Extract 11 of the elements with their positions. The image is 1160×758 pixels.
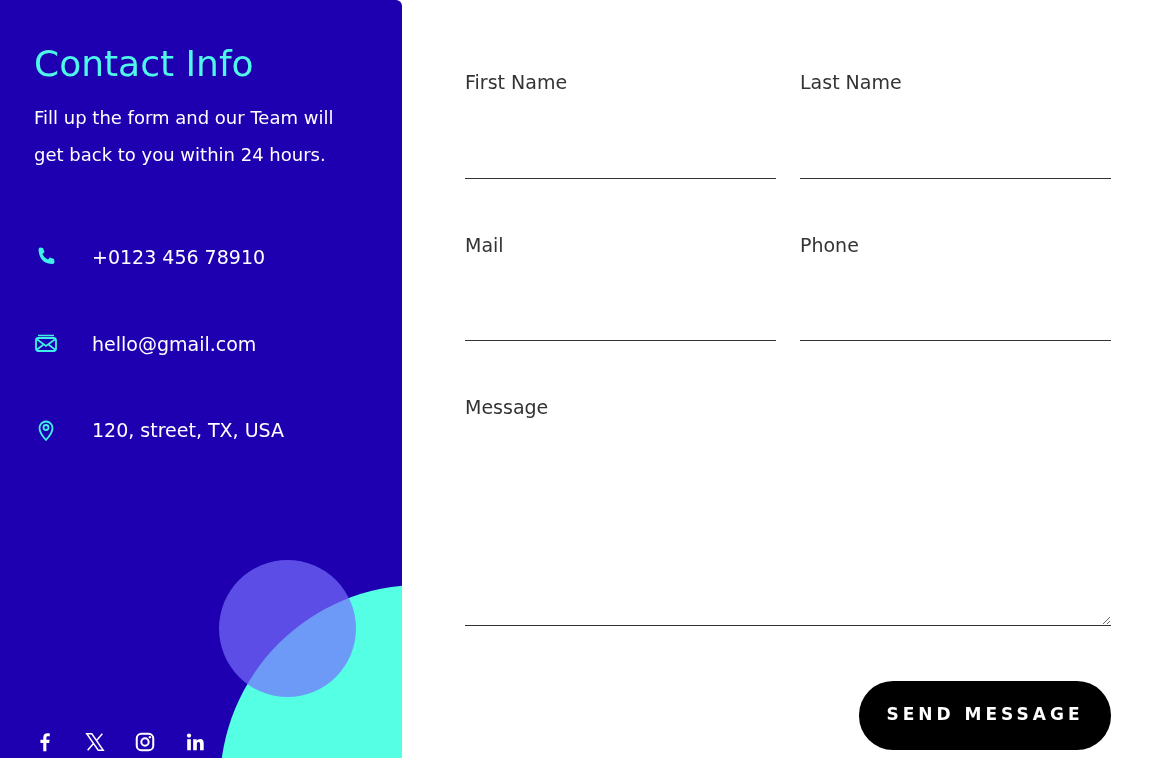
send-message-button[interactable]: SEND MESSAGE — [859, 680, 1111, 750]
field-label: Last Name — [800, 70, 903, 95]
contact-text: 120, street, TX, USA — [92, 418, 284, 444]
panel-title: Contact Info — [34, 42, 255, 86]
field-label: Message — [465, 395, 550, 420]
field-label: Phone — [800, 232, 860, 258]
contact-text: +0123 456 78910 — [92, 245, 266, 271]
panel-description: Fill up the form and our Team will get back to you within 24 hours. — [34, 106, 335, 168]
contact-text: hello@gmail.com — [92, 331, 257, 357]
field-label: Mail — [465, 232, 505, 258]
field-label: First Name — [465, 70, 569, 95]
